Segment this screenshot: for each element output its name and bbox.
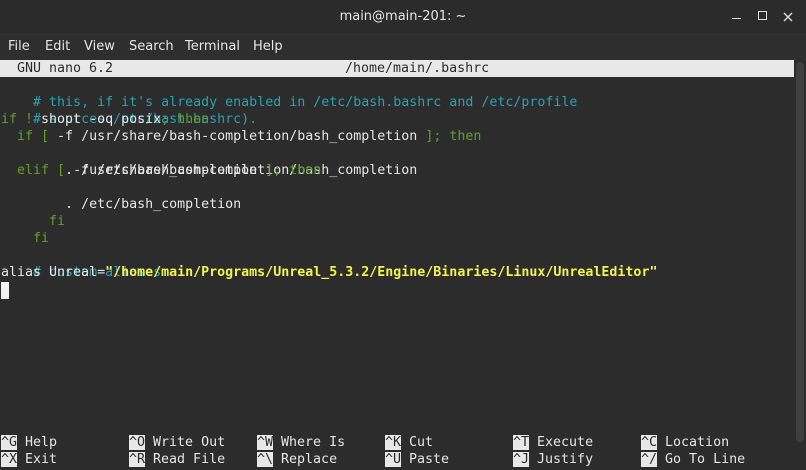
code-text: -f: [57, 129, 74, 144]
scrollbar-thumb[interactable]: [796, 62, 804, 442]
window-title: main@main-201: ~: [339, 9, 467, 24]
menu-help[interactable]: Help: [253, 33, 283, 60]
text-cursor: [1, 282, 9, 299]
menu-bar: File Edit View Search Terminal Help: [0, 33, 806, 60]
nano-shortcut-bar: ^G Help ^O Write Out ^W Where Is ^K Cut …: [0, 434, 794, 470]
editor-line: if ! shopt -oq posix; then: [1, 111, 209, 128]
shortcut-location[interactable]: ^C Location: [641, 434, 729, 451]
shortcut-key: ^J: [513, 452, 530, 467]
shortcut-key: ^O: [129, 435, 146, 450]
code-text: alias Unreal=: [1, 265, 106, 280]
shortcut-key: ^X: [1, 452, 18, 467]
menu-file[interactable]: File: [8, 33, 30, 60]
shortcut-exit[interactable]: ^X Exit: [1, 451, 57, 468]
maximize-icon: [758, 11, 767, 20]
editor-line: fi: [1, 213, 49, 246]
string-text: "/home/main/Programs/Unreal_5.3.2/Engine…: [105, 265, 658, 280]
shortcut-key: ^T: [513, 435, 530, 450]
keyword-text: ; then: [161, 112, 210, 127]
shortcut-label: Replace: [281, 452, 338, 467]
editor-line: alias Unreal="/home/main/Programs/Unreal…: [1, 264, 657, 281]
minimize-icon: [732, 18, 741, 19]
menu-search[interactable]: Search: [129, 33, 174, 60]
keyword-text: if !: [1, 112, 42, 127]
shortcut-key: ^/: [641, 452, 658, 467]
nano-header: GNU nano 6.2 /home/main/.bashrc: [0, 60, 794, 77]
shortcut-where-is[interactable]: ^W Where Is: [257, 434, 345, 451]
editor-line: . /usr/share/bash-completion/bash_comple…: [1, 145, 417, 178]
keyword-text: if [: [1, 129, 58, 144]
nano-filename: /home/main/.bashrc: [345, 61, 490, 76]
shortcut-go-to-line[interactable]: ^/ Go To Line: [641, 451, 745, 468]
menu-terminal[interactable]: Terminal: [185, 33, 240, 60]
code-text: shopt -oq posix: [41, 112, 162, 127]
terminal-window: main@main-201: ~ File Edit View Search T…: [0, 0, 806, 470]
shortcut-label: Exit: [25, 452, 58, 467]
shortcut-replace[interactable]: ^\ Replace: [257, 451, 337, 468]
close-button[interactable]: [773, 0, 803, 33]
nano-version: GNU nano 6.2: [17, 61, 114, 76]
keyword-text: elif [: [1, 163, 74, 178]
shortcut-read-file[interactable]: ^R Read File: [129, 451, 225, 468]
shortcut-help[interactable]: ^G Help: [1, 434, 57, 451]
shortcut-key: ^G: [1, 435, 18, 450]
shortcut-justify[interactable]: ^J Justify: [513, 451, 593, 468]
shortcut-write-out[interactable]: ^O Write Out: [129, 434, 225, 451]
keyword-text: fi: [33, 231, 50, 246]
shortcut-key: ^\: [257, 452, 274, 467]
menu-view[interactable]: View: [84, 33, 115, 60]
shortcut-label: Read File: [153, 452, 226, 467]
editor-line: if [ -f /usr/share/bash-completion/bash_…: [1, 128, 481, 145]
code-text: /etc/bash_completion: [89, 163, 266, 178]
shortcut-key: ^K: [385, 435, 402, 450]
shortcut-label: Location: [665, 435, 730, 450]
shortcut-label: Cut: [409, 435, 434, 450]
editor-line: fi: [1, 196, 65, 229]
code-text: -f: [73, 163, 90, 178]
close-icon: [783, 12, 793, 22]
shortcut-key: ^R: [129, 452, 146, 467]
shortcut-label: Where Is: [281, 435, 346, 450]
shortcut-label: Write Out: [153, 435, 226, 450]
shortcut-execute[interactable]: ^T Execute: [513, 434, 593, 451]
code-text: /usr/share/bash-completion/bash_completi…: [73, 129, 426, 144]
editor-line: # this, if it's already enabled in /etc/…: [1, 77, 577, 110]
shortcut-label: Paste: [409, 452, 450, 467]
editor-line: elif [ -f /etc/bash_completion ]; then: [1, 162, 321, 179]
shortcut-label: Help: [25, 435, 58, 450]
shortcut-key: ^W: [257, 435, 274, 450]
menu-edit[interactable]: Edit: [45, 33, 70, 60]
shortcut-paste[interactable]: ^U Paste: [385, 451, 449, 468]
shortcut-key: ^C: [641, 435, 658, 450]
editor-line: . /etc/bash_completion: [1, 179, 241, 212]
title-bar[interactable]: main@main-201: ~: [0, 0, 806, 33]
editor-line: # sources /etc/bash.bashrc).: [1, 94, 257, 127]
keyword-text: ]; then: [265, 163, 322, 178]
shortcut-label: Go To Line: [665, 452, 746, 467]
keyword-text: ]; then: [425, 129, 482, 144]
shortcut-label: Justify: [537, 452, 594, 467]
shortcut-key: ^U: [385, 452, 402, 467]
scrollbar[interactable]: [794, 60, 806, 470]
shortcut-label: Execute: [537, 435, 594, 450]
shortcut-cut[interactable]: ^K Cut: [385, 434, 433, 451]
editor-line: # custom aliases: [1, 247, 161, 280]
